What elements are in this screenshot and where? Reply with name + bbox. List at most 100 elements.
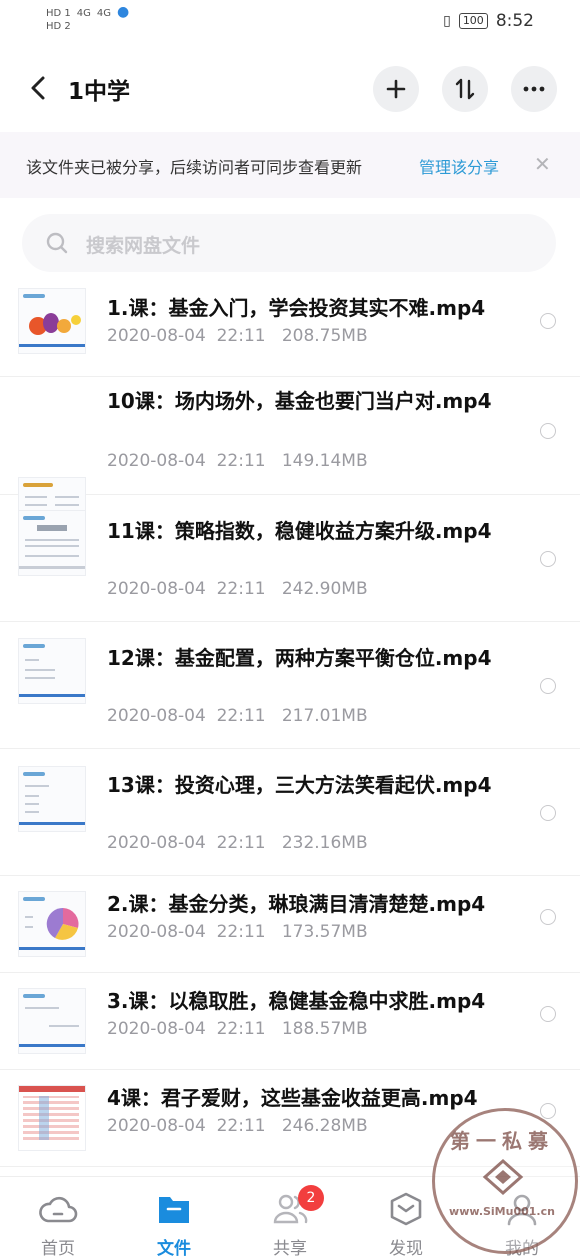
file-time: 22:11 (216, 579, 266, 599)
file-meta: 2020-08-04 22:11 188.57MB (107, 1019, 368, 1039)
file-date: 2020-08-04 (107, 451, 206, 471)
network1-label: 4G (76, 8, 91, 19)
file-size: 173.57MB (281, 922, 368, 942)
share-banner: 该文件夹已被分享，后续访问者可同步查看更新 管理该分享 ✕ (0, 132, 580, 198)
tab-files[interactable]: 文件 (116, 1177, 232, 1259)
top-bar: 1中学 (0, 60, 580, 116)
file-date: 2020-08-04 (107, 922, 206, 942)
list-item[interactable]: 12课：基金配置，两种方案平衡仓位.mp4 2020-08-04 22:11 2… (0, 622, 580, 749)
folder-title: 1中学 (68, 79, 131, 105)
file-size: 149.14MB (281, 451, 368, 471)
select-radio[interactable] (540, 678, 556, 694)
select-radio[interactable] (540, 423, 556, 439)
file-name: 10课：场内场外，基金也要门当户对.mp4 (107, 389, 492, 413)
watermark-stamp: 第一私募 www.SiMu001.cn (432, 1108, 578, 1254)
list-item[interactable]: 2.课：基金分类，琳琅满目清清楚楚.mp4 2020-08-04 22:11 1… (0, 876, 580, 973)
video-thumbnail (18, 288, 86, 354)
manage-share-link[interactable]: 管理该分享 (419, 154, 499, 178)
file-name: 4课：君子爱财，这些基金收益更高.mp4 (107, 1086, 478, 1110)
select-radio[interactable] (540, 909, 556, 925)
file-meta: 2020-08-04 22:11 217.01MB (107, 706, 368, 726)
chevron-left-icon (31, 76, 45, 100)
battery-indicator: 100 (458, 13, 488, 29)
file-size: 217.01MB (281, 706, 368, 726)
list-item[interactable]: 11课：策略指数，稳健收益方案升级.mp4 2020-08-04 22:11 2… (0, 495, 580, 622)
file-date: 2020-08-04 (107, 579, 206, 599)
tab-home[interactable]: 首页 (0, 1177, 116, 1259)
file-date: 2020-08-04 (107, 326, 206, 346)
select-radio[interactable] (540, 1103, 556, 1119)
vibrate-icon: ▯ (443, 13, 451, 29)
file-date: 2020-08-04 (107, 1019, 206, 1039)
file-meta: 2020-08-04 22:11 232.16MB (107, 833, 368, 853)
file-meta: 2020-08-04 22:11 242.90MB (107, 579, 368, 599)
plus-icon (386, 79, 406, 99)
file-time: 22:11 (216, 922, 266, 942)
sort-icon (455, 78, 475, 100)
file-date: 2020-08-04 (107, 833, 206, 853)
tab-label: 文件 (157, 1239, 191, 1259)
video-thumbnail (18, 988, 86, 1054)
network2-label: 4G (96, 8, 112, 19)
file-name: 3.课：以稳取胜，稳健基金稳中求胜.mp4 (107, 989, 486, 1013)
file-name: 13课：投资心理，三大方法笑看起伏.mp4 (107, 773, 492, 797)
file-meta: 2020-08-04 22:11 208.75MB (107, 326, 368, 346)
file-list: 1.课：基金入门，学会投资其实不难.mp4 2020-08-04 22:11 2… (0, 280, 580, 1167)
clock: 8:52 (495, 11, 534, 31)
cloud-icon (39, 1196, 78, 1223)
sort-button[interactable] (442, 66, 488, 112)
more-button[interactable] (511, 66, 557, 112)
file-name: 12课：基金配置，两种方案平衡仓位.mp4 (107, 646, 492, 670)
file-meta: 2020-08-04 22:11 173.57MB (107, 922, 368, 942)
select-radio[interactable] (540, 1006, 556, 1022)
select-radio[interactable] (540, 551, 556, 567)
video-thumbnail (18, 891, 86, 957)
video-thumbnail (18, 638, 86, 704)
tab-label: 共享 (273, 1239, 307, 1259)
folder-icon (159, 1197, 189, 1223)
more-icon (523, 86, 545, 92)
file-name: 2.课：基金分类，琳琅满目清清楚楚.mp4 (107, 892, 486, 916)
back-button[interactable] (24, 70, 54, 106)
signal-indicators: HD 1 4G 4G ● HD 2 (46, 4, 135, 33)
select-radio[interactable] (540, 313, 556, 329)
file-time: 22:11 (216, 706, 266, 726)
browser-icon: ● (117, 4, 130, 20)
share-notice: 该文件夹已被分享，后续访问者可同步查看更新 (26, 158, 363, 177)
file-meta: 2020-08-04 22:11 246.28MB (107, 1116, 368, 1136)
file-time: 22:11 (216, 451, 266, 471)
file-time: 22:11 (216, 1116, 266, 1136)
file-name: 1.课：基金入门，学会投资其实不难.mp4 (107, 296, 486, 320)
search-bar[interactable]: 搜索网盘文件 (22, 214, 556, 272)
tab-label: 发现 (389, 1239, 423, 1259)
video-thumbnail (18, 1085, 86, 1151)
list-item[interactable]: 10课：场内场外，基金也要门当户对.mp4 2020-08-04 22:11 1… (0, 377, 580, 543)
file-name: 11课：策略指数，稳健收益方案升级.mp4 (107, 519, 492, 543)
status-bar: HD 1 4G 4G ● HD 2 ▯ 100 8:52 (0, 0, 580, 44)
tab-share[interactable]: 2 共享 (232, 1177, 348, 1259)
list-item[interactable]: 3.课：以稳取胜，稳健基金稳中求胜.mp4 2020-08-04 22:11 1… (0, 973, 580, 1070)
file-time: 22:11 (216, 1019, 266, 1039)
watermark-logo-icon (482, 1158, 524, 1196)
sim1-label: HD 1 (46, 8, 71, 19)
file-size: 242.90MB (281, 579, 368, 599)
file-size: 232.16MB (281, 833, 368, 853)
file-date: 2020-08-04 (107, 1116, 206, 1136)
file-time: 22:11 (216, 326, 266, 346)
list-item[interactable]: 1.课：基金入门，学会投资其实不难.mp4 2020-08-04 22:11 2… (0, 280, 580, 377)
close-banner-button[interactable]: ✕ (534, 152, 551, 176)
file-size: 188.57MB (281, 1019, 368, 1039)
tab-label: 首页 (41, 1239, 75, 1259)
pie-thumbnail-icon (46, 907, 79, 940)
watermark-url: www.SiMu001.cn (449, 1205, 555, 1218)
sim2-label: HD 2 (46, 21, 71, 32)
file-meta: 2020-08-04 22:11 149.14MB (107, 451, 368, 471)
search-icon (46, 232, 68, 254)
file-size: 246.28MB (281, 1116, 368, 1136)
list-item[interactable]: 13课：投资心理，三大方法笑看起伏.mp4 2020-08-04 22:11 2… (0, 749, 580, 876)
add-button[interactable] (373, 66, 419, 112)
select-radio[interactable] (540, 805, 556, 821)
search-placeholder: 搜索网盘文件 (86, 235, 201, 257)
file-date: 2020-08-04 (107, 706, 206, 726)
cube-icon (390, 1192, 422, 1226)
